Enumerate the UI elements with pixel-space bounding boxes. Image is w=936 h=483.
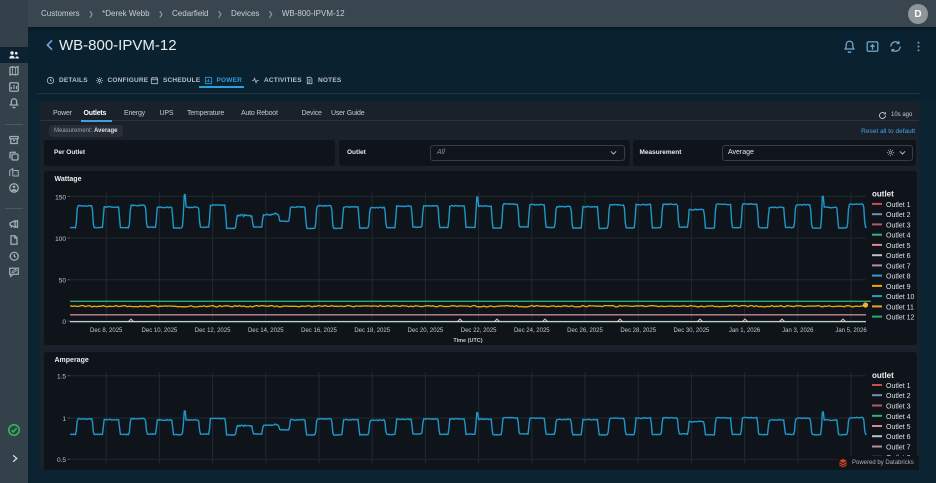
svg-text:outlet: outlet [872,189,894,198]
svg-text:Outlet 11: Outlet 11 [886,304,914,311]
svg-text:50: 50 [59,277,67,284]
svg-text:100: 100 [55,236,66,243]
svg-text:Time (UTC): Time (UTC) [453,338,482,344]
svg-text:Outlet 3: Outlet 3 [886,404,911,411]
svg-text:0: 0 [62,319,66,326]
svg-text:Dec 20, 2025: Dec 20, 2025 [408,328,444,334]
svg-text:Outlet 7: Outlet 7 [886,263,911,270]
svg-text:Outlet 5: Outlet 5 [886,242,911,249]
svg-text:Dec 28, 2025: Dec 28, 2025 [620,328,656,334]
svg-text:Outlet 2: Outlet 2 [886,212,911,219]
svg-text:Dec 10, 2025: Dec 10, 2025 [142,328,178,334]
svg-text:Dec 22, 2025: Dec 22, 2025 [461,328,497,334]
svg-text:outlet: outlet [872,371,894,380]
svg-text:1.5: 1.5 [57,374,66,381]
svg-text:Jan 5, 2026: Jan 5, 2026 [835,328,867,334]
svg-text:Dec 30, 2025: Dec 30, 2025 [674,328,710,334]
svg-text:Outlet 1: Outlet 1 [886,383,911,390]
svg-text:Dec 14, 2025: Dec 14, 2025 [248,328,284,334]
svg-text:Outlet 4: Outlet 4 [886,232,911,239]
svg-text:Dec 12, 2025: Dec 12, 2025 [195,328,231,334]
svg-text:Outlet 1: Outlet 1 [886,201,911,208]
svg-text:Outlet 4: Outlet 4 [886,414,911,421]
svg-text:Outlet 12: Outlet 12 [886,314,915,321]
svg-text:Outlet 7: Outlet 7 [886,445,911,452]
svg-text:Dec 24, 2025: Dec 24, 2025 [514,328,550,334]
svg-text:Outlet 9: Outlet 9 [886,283,911,290]
svg-text:Outlet 3: Outlet 3 [886,222,911,229]
svg-text:Dec 8, 2025: Dec 8, 2025 [90,328,123,334]
svg-text:Dec 18, 2025: Dec 18, 2025 [354,328,390,334]
svg-text:150: 150 [55,194,66,201]
svg-text:Outlet 6: Outlet 6 [886,253,911,260]
svg-text:Outlet 6: Outlet 6 [886,434,911,441]
svg-text:Outlet 2: Outlet 2 [886,393,911,400]
svg-text:Outlet 8: Outlet 8 [886,273,911,280]
svg-text:Outlet 5: Outlet 5 [886,424,911,431]
svg-text:Jan 3, 2026: Jan 3, 2026 [782,328,814,334]
svg-text:1: 1 [62,416,66,423]
svg-text:Outlet 10: Outlet 10 [886,294,915,301]
svg-text:Jan 1, 2026: Jan 1, 2026 [729,328,761,334]
svg-text:0.5: 0.5 [57,457,66,464]
svg-text:Dec 26, 2025: Dec 26, 2025 [567,328,603,334]
svg-text:Dec 16, 2025: Dec 16, 2025 [301,328,337,334]
